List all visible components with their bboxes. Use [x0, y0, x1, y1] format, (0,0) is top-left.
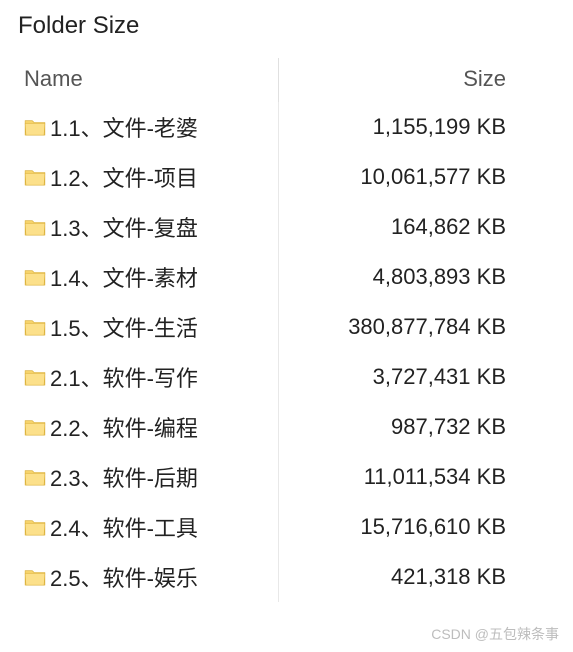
table-row[interactable]: 2.5、软件-娱乐 421,318 KB — [18, 552, 518, 602]
folder-name-cell[interactable]: 1.1、文件-老婆 — [18, 102, 278, 152]
folder-size-cell: 987,732 KB — [278, 402, 518, 452]
folder-size-cell: 11,011,534 KB — [278, 452, 518, 502]
table-header-row[interactable]: Name Size — [18, 58, 518, 102]
table-row[interactable]: 1.4、文件-素材 4,803,893 KB — [18, 252, 518, 302]
folder-name-cell[interactable]: 2.4、软件-工具 — [18, 502, 278, 552]
window-title: Folder Size — [18, 12, 555, 40]
table-row[interactable]: 2.2、软件-编程 987,732 KB — [18, 402, 518, 452]
folder-name-cell[interactable]: 1.5、文件-生活 — [18, 302, 278, 352]
folder-icon — [24, 266, 46, 284]
folder-size-cell: 3,727,431 KB — [278, 352, 518, 402]
folder-name-cell[interactable]: 1.3、文件-复盘 — [18, 202, 278, 252]
folder-name-label: 1.2、文件-项目 — [50, 166, 198, 191]
folder-name-cell[interactable]: 1.2、文件-项目 — [18, 152, 278, 202]
table-row[interactable]: 1.1、文件-老婆 1,155,199 KB — [18, 102, 518, 152]
column-header-name[interactable]: Name — [18, 58, 278, 102]
folder-name-cell[interactable]: 1.4、文件-素材 — [18, 252, 278, 302]
folder-size-cell: 1,155,199 KB — [278, 102, 518, 152]
folder-icon — [24, 166, 46, 184]
table-row[interactable]: 1.5、文件-生活 380,877,784 KB — [18, 302, 518, 352]
column-header-size[interactable]: Size — [278, 58, 518, 102]
folder-name-cell[interactable]: 2.5、软件-娱乐 — [18, 552, 278, 602]
table-row[interactable]: 2.1、软件-写作 3,727,431 KB — [18, 352, 518, 402]
folder-size-window: Folder Size Name Size 1.1、文件-老婆 1,155,199… — [0, 0, 573, 614]
folder-name-label: 1.1、文件-老婆 — [50, 116, 198, 141]
folder-name-label: 1.3、文件-复盘 — [50, 216, 198, 241]
folder-icon — [24, 566, 46, 584]
table-row[interactable]: 1.2、文件-项目 10,061,577 KB — [18, 152, 518, 202]
watermark: CSDN @五包辣条事 — [431, 624, 559, 644]
folder-list-table: Name Size 1.1、文件-老婆 1,155,199 KB 1.2、文件-项… — [18, 58, 518, 602]
folder-name-label: 1.5、文件-生活 — [50, 316, 198, 341]
folder-name-cell[interactable]: 2.3、软件-后期 — [18, 452, 278, 502]
folder-icon — [24, 366, 46, 384]
table-row[interactable]: 2.3、软件-后期 11,011,534 KB — [18, 452, 518, 502]
folder-name-label: 2.3、软件-后期 — [50, 466, 198, 491]
folder-size-cell: 10,061,577 KB — [278, 152, 518, 202]
folder-size-cell: 164,862 KB — [278, 202, 518, 252]
folder-icon — [24, 416, 46, 434]
folder-icon — [24, 216, 46, 234]
folder-icon — [24, 316, 46, 334]
folder-name-label: 2.5、软件-娱乐 — [50, 566, 198, 591]
folder-size-cell: 380,877,784 KB — [278, 302, 518, 352]
table-row[interactable]: 2.4、软件-工具 15,716,610 KB — [18, 502, 518, 552]
folder-size-cell: 421,318 KB — [278, 552, 518, 602]
folder-name-cell[interactable]: 2.2、软件-编程 — [18, 402, 278, 452]
folder-icon — [24, 116, 46, 134]
folder-size-cell: 4,803,893 KB — [278, 252, 518, 302]
folder-icon — [24, 466, 46, 484]
table-row[interactable]: 1.3、文件-复盘 164,862 KB — [18, 202, 518, 252]
folder-name-label: 2.4、软件-工具 — [50, 516, 198, 541]
folder-name-label: 2.1、软件-写作 — [50, 366, 198, 391]
folder-name-label: 1.4、文件-素材 — [50, 266, 198, 291]
folder-name-label: 2.2、软件-编程 — [50, 416, 198, 441]
folder-icon — [24, 516, 46, 534]
folder-size-cell: 15,716,610 KB — [278, 502, 518, 552]
folder-name-cell[interactable]: 2.1、软件-写作 — [18, 352, 278, 402]
